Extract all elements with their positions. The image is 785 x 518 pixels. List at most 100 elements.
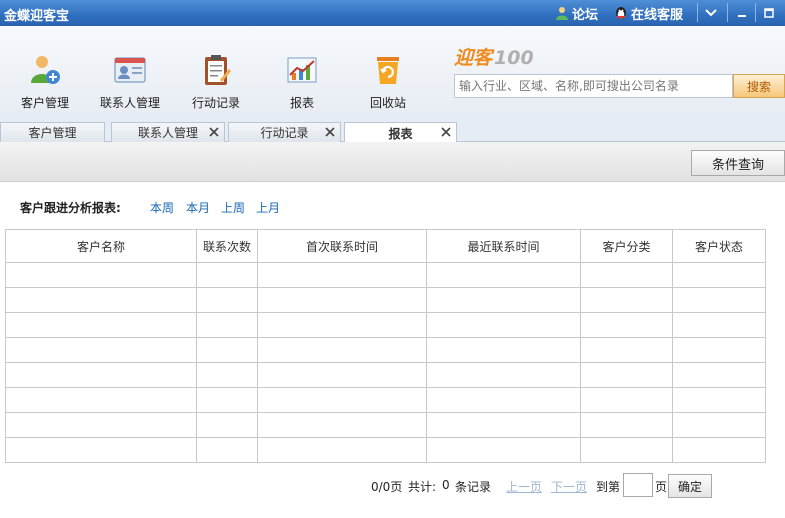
period-last-week[interactable]: 上周 [221, 199, 245, 216]
toolbar-contact-management[interactable]: 联系人管理 [90, 53, 170, 111]
tab-label: 行动记录 [260, 126, 309, 140]
table-cell [5, 262, 197, 288]
tab-contact-management[interactable]: 联系人管理 [111, 122, 225, 142]
table-cell [426, 262, 581, 288]
table-cell [196, 437, 258, 463]
page-number-input[interactable] [623, 473, 653, 497]
table-cell [672, 437, 766, 463]
tab-label: 客户管理 [28, 126, 77, 140]
toolbar-recycle-bin[interactable]: 回收站 [348, 53, 428, 111]
contact-card-icon [114, 57, 146, 83]
close-icon[interactable] [208, 126, 220, 138]
condition-query-button[interactable]: 条件查询 [691, 150, 785, 176]
table-cell [672, 262, 766, 288]
column-header[interactable]: 客户状态 [672, 229, 766, 263]
table-row[interactable] [5, 312, 766, 338]
column-header[interactable]: 最近联系时间 [426, 229, 581, 263]
clipboard-icon [205, 55, 232, 85]
table-cell [426, 312, 581, 338]
table-cell [196, 412, 258, 438]
title-separator [697, 3, 698, 22]
table-cell [196, 387, 258, 413]
table-cell [426, 287, 581, 313]
period-last-month[interactable]: 上月 [256, 199, 280, 216]
chart-icon [287, 57, 317, 83]
period-this-month[interactable]: 本月 [186, 199, 210, 216]
filter-bar: 条件查询 [0, 142, 785, 182]
table-cell [426, 437, 581, 463]
table-cell [672, 387, 766, 413]
period-this-week[interactable]: 本周 [150, 199, 174, 216]
table-cell [672, 287, 766, 313]
search-button[interactable]: 搜索 [733, 74, 785, 98]
toolbar-customer-management[interactable]: 客户管理 [5, 53, 85, 111]
table-cell [426, 387, 581, 413]
close-icon[interactable] [324, 126, 336, 138]
tab-customer-management[interactable]: 客户管理 [0, 122, 105, 142]
tab-reports[interactable]: 报表 [344, 122, 457, 143]
company-search-input[interactable] [454, 74, 733, 98]
table-cell [196, 262, 258, 288]
table-cell [580, 337, 673, 363]
customer-icon [31, 56, 60, 84]
dropdown-menu-button[interactable] [700, 3, 722, 22]
prev-page-link[interactable]: 上一页 [506, 478, 542, 495]
table-row[interactable] [5, 362, 766, 388]
svg-text:迎客: 迎客 [454, 47, 495, 69]
maximize-icon [764, 7, 774, 18]
table-row[interactable] [5, 287, 766, 313]
tab-label: 报表 [388, 126, 413, 141]
forum-link[interactable]: 论坛 [555, 4, 599, 23]
toolbar-reports[interactable]: 报表 [262, 53, 342, 111]
next-page-link[interactable]: 下一页 [551, 478, 587, 495]
page-unit-label: 页 [655, 480, 668, 494]
table-row[interactable] [5, 387, 766, 413]
table-cell [257, 337, 427, 363]
goto-label: 到第 [596, 480, 621, 494]
report-title: 客户跟进分析报表: [20, 201, 121, 215]
table-row[interactable] [5, 262, 766, 288]
table-row[interactable] [5, 437, 766, 463]
table-cell [5, 437, 197, 463]
column-header[interactable]: 首次联系时间 [257, 229, 427, 263]
app-title: 金蝶迎客宝 [4, 9, 70, 24]
close-icon[interactable] [440, 126, 452, 138]
svg-text:100: 100 [494, 47, 534, 69]
table-cell [426, 362, 581, 388]
table-cell [426, 337, 581, 363]
table-cell [257, 387, 427, 413]
table-cell [5, 287, 197, 313]
yingke100-logo: 迎客 100 [454, 47, 534, 69]
table-row[interactable] [5, 337, 766, 363]
table-cell [672, 312, 766, 338]
minimize-button[interactable] [731, 3, 753, 22]
forum-label: 论坛 [572, 7, 599, 23]
title-separator [755, 3, 756, 22]
table-cell [196, 337, 258, 363]
toolbar-action-records[interactable]: 行动记录 [176, 53, 256, 111]
table-cell [672, 337, 766, 363]
table-cell [257, 412, 427, 438]
column-header[interactable]: 客户名称 [5, 229, 197, 263]
maximize-button[interactable] [758, 3, 780, 22]
online-service-link[interactable]: 在线客服 [614, 4, 683, 23]
confirm-page-button[interactable]: 确定 [668, 474, 712, 498]
tab-bar: 客户管理 联系人管理 行动记录 报表 [0, 120, 785, 143]
recycle-bin-icon [377, 57, 399, 84]
table-cell [580, 362, 673, 388]
table-row[interactable] [5, 412, 766, 438]
toolbar-item-label: 回收站 [369, 96, 406, 110]
table-cell [5, 337, 197, 363]
title-bar: 金蝶迎客宝 论坛 在线客服 [0, 0, 785, 26]
column-header[interactable]: 联系次数 [196, 229, 258, 263]
toolbar-item-label: 联系人管理 [99, 96, 160, 110]
table-cell [257, 437, 427, 463]
report-table: 客户名称 联系次数 首次联系时间 最近联系时间 客户分类 客户状态 [5, 229, 766, 463]
tab-action-records[interactable]: 行动记录 [228, 122, 341, 142]
records-label: 条记录 [455, 480, 492, 494]
column-header[interactable]: 客户分类 [580, 229, 673, 263]
table-cell [580, 437, 673, 463]
table-cell [257, 362, 427, 388]
table-cell [196, 362, 258, 388]
main-toolbar: 客户管理 联系人管理 行动记录 报表 回收站 迎客 100 输入行业、区域、名称… [0, 26, 785, 120]
